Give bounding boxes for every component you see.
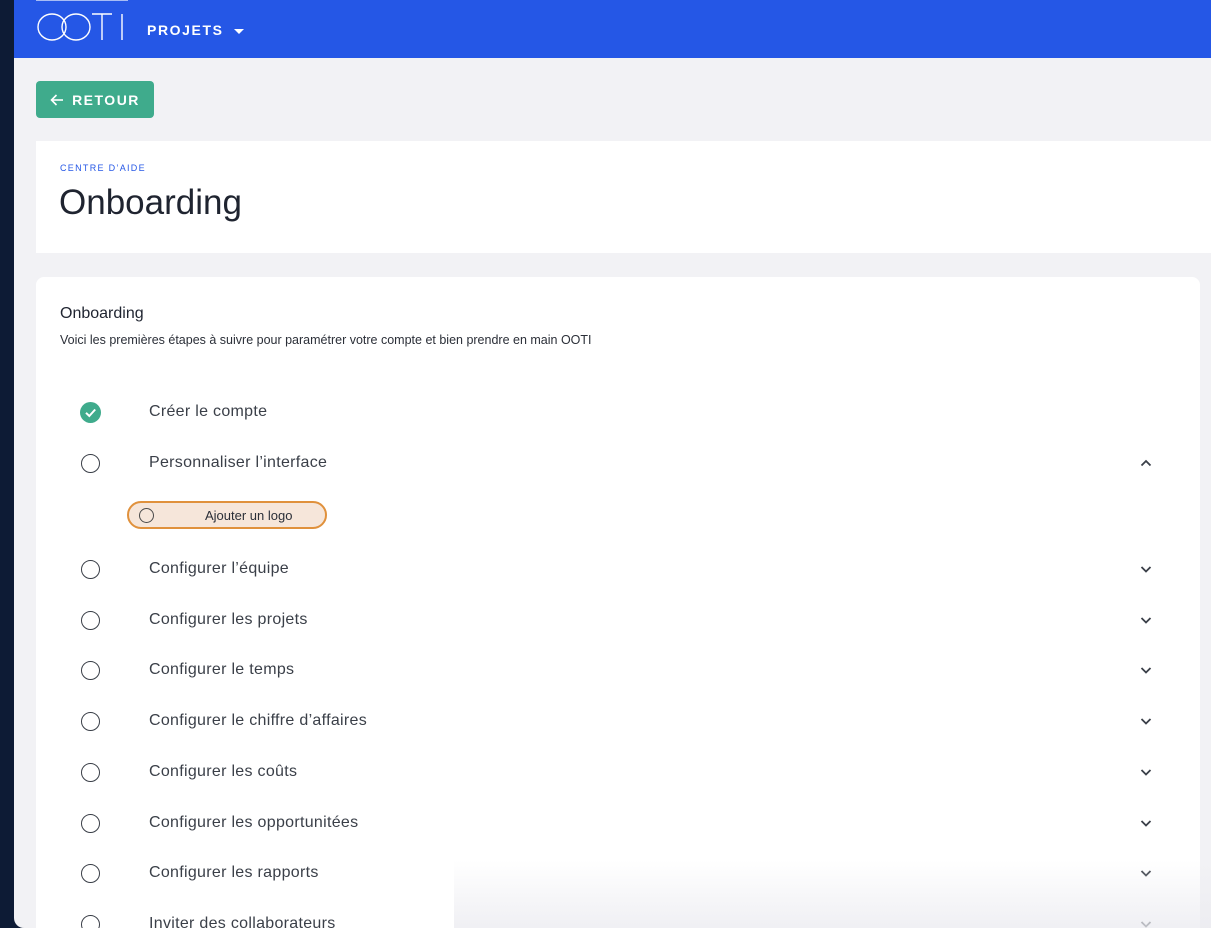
empty-circle-icon (81, 813, 100, 833)
back-button-label: RETOUR (72, 91, 140, 108)
step-configure-projects[interactable]: Configurer les projets (36, 598, 1200, 642)
substep-label: Ajouter un logo (205, 508, 293, 523)
empty-circle-icon (81, 914, 100, 928)
chevron-down-icon[interactable] (1139, 714, 1153, 728)
empty-circle-icon (81, 863, 100, 883)
step-label: Configurer le temps (149, 661, 295, 678)
chevron-down-icon[interactable] (1139, 765, 1153, 779)
step-invite-collaborators[interactable]: Inviter des collaborateurs (36, 902, 1200, 928)
check-circle-icon (80, 401, 101, 423)
substep-add-logo[interactable]: Ajouter un logo (127, 501, 327, 529)
empty-circle-icon (81, 453, 100, 473)
app-window: PROJETS RETOUR CENTRE D’AIDE Onboarding … (14, 0, 1211, 928)
projets-menu[interactable]: PROJETS (147, 22, 244, 38)
chevron-down-icon[interactable] (1139, 613, 1153, 627)
empty-circle-icon (139, 508, 154, 523)
empty-circle-icon (81, 762, 100, 782)
page-title: Onboarding (59, 183, 242, 222)
empty-circle-icon (81, 660, 100, 680)
arrow-left-icon (50, 93, 64, 106)
back-button[interactable]: RETOUR (36, 81, 154, 118)
step-create-account[interactable]: Créer le compte (36, 390, 1200, 434)
onboarding-card: Onboarding Voici les premières étapes à … (36, 277, 1200, 928)
step-customize-interface[interactable]: Personnaliser l’interface (36, 441, 1200, 485)
step-label: Configurer les coûts (149, 763, 298, 780)
empty-circle-icon (81, 559, 100, 579)
chevron-down-icon[interactable] (1139, 562, 1153, 576)
step-configure-time[interactable]: Configurer le temps (36, 648, 1200, 692)
chevron-down-icon[interactable] (1139, 866, 1153, 880)
step-label: Configurer les projets (149, 611, 308, 628)
step-configure-reports[interactable]: Configurer les rapports (36, 851, 1200, 895)
breadcrumb: CENTRE D’AIDE (60, 163, 146, 173)
section-title: Onboarding (60, 305, 144, 322)
chevron-down-icon[interactable] (1139, 917, 1153, 928)
step-label: Configurer les rapports (149, 864, 319, 881)
step-label: Configurer le chiffre d’affaires (149, 712, 368, 729)
projets-menu-label: PROJETS (147, 22, 224, 38)
chevron-down-icon[interactable] (1139, 663, 1153, 677)
step-label: Créer le compte (149, 403, 268, 420)
step-label: Personnaliser l’interface (149, 454, 328, 471)
step-configure-revenue[interactable]: Configurer le chiffre d’affaires (36, 699, 1200, 743)
top-navigation-bar: PROJETS (14, 0, 1211, 58)
step-label: Inviter des collaborateurs (149, 915, 336, 928)
ooti-logo[interactable] (36, 8, 128, 46)
chevron-down-icon[interactable] (1139, 816, 1153, 830)
page-header: CENTRE D’AIDE Onboarding (36, 141, 1211, 253)
step-label: Configurer les opportunitées (149, 814, 359, 831)
empty-circle-icon (81, 711, 100, 731)
logo-underline (36, 0, 128, 1)
caret-down-icon (233, 28, 244, 34)
step-configure-opportunities[interactable]: Configurer les opportunitées (36, 801, 1200, 845)
step-label: Configurer l’équipe (149, 560, 290, 577)
empty-circle-icon (81, 610, 100, 630)
step-configure-team[interactable]: Configurer l’équipe (36, 547, 1200, 591)
chevron-up-icon[interactable] (1139, 456, 1153, 470)
step-configure-costs[interactable]: Configurer les coûts (36, 750, 1200, 794)
section-subtitle: Voici les premières étapes à suivre pour… (60, 333, 592, 347)
